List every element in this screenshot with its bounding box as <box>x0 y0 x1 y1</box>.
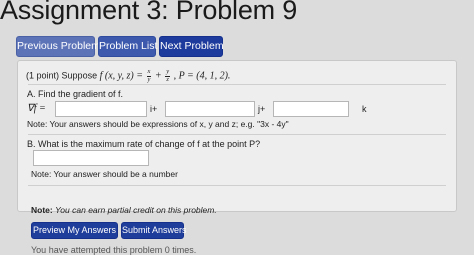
gradient-j-input[interactable] <box>165 101 255 117</box>
note-text: You can earn partial credit on this prob… <box>55 205 217 215</box>
next-problem-button[interactable]: Next Problem <box>159 36 224 57</box>
part-a-note: Note: Your answers should be expressions… <box>27 119 289 129</box>
k-label: k <box>362 104 367 114</box>
point-expression: , P = (4, 1, 2). <box>173 70 231 82</box>
problem-card: (1 point) Suppose f (x, y, z) = xy + yz … <box>17 60 457 212</box>
divider <box>28 185 446 186</box>
problem-list-button[interactable]: Problem List <box>98 36 157 57</box>
submit-answers-button[interactable]: Submit Answers <box>121 222 187 239</box>
j-label: j+ <box>258 104 266 114</box>
preview-answers-button[interactable]: Preview My Answers <box>31 222 118 239</box>
gradient-label: ∇f = <box>27 103 46 114</box>
fraction-y-over-z: yz <box>165 68 171 83</box>
page-title: Assignment 3: Problem 9 <box>0 0 298 25</box>
divider <box>28 84 446 85</box>
fraction-x-over-y: xy <box>146 68 152 83</box>
suppose-word: Suppose <box>61 70 98 81</box>
attempts-text: You have attempted this problem 0 times. <box>31 245 197 255</box>
part-b-prompt: B. What is the maximum rate of change of… <box>27 139 261 149</box>
partial-credit-note: Note: You can earn partial credit on thi… <box>31 205 217 215</box>
previous-problem-button[interactable]: Previous Problem <box>16 36 100 57</box>
gradient-k-input[interactable] <box>273 101 349 117</box>
plus-sign: + <box>154 70 162 82</box>
divider <box>28 134 446 135</box>
part-a-prompt: A. Find the gradient of f. <box>27 89 124 99</box>
function-lhs: f (x, y, z) = <box>99 70 143 82</box>
gradient-i-input[interactable] <box>55 101 147 117</box>
points-label: (1 point) <box>26 70 60 81</box>
i-label: i+ <box>150 104 158 114</box>
note-label: Note: <box>31 205 53 215</box>
problem-statement: (1 point) Suppose f (x, y, z) = xy + yz … <box>26 68 231 83</box>
max-rate-input[interactable] <box>33 150 149 166</box>
part-b-note: Note: Your answer should be a number <box>31 169 178 179</box>
